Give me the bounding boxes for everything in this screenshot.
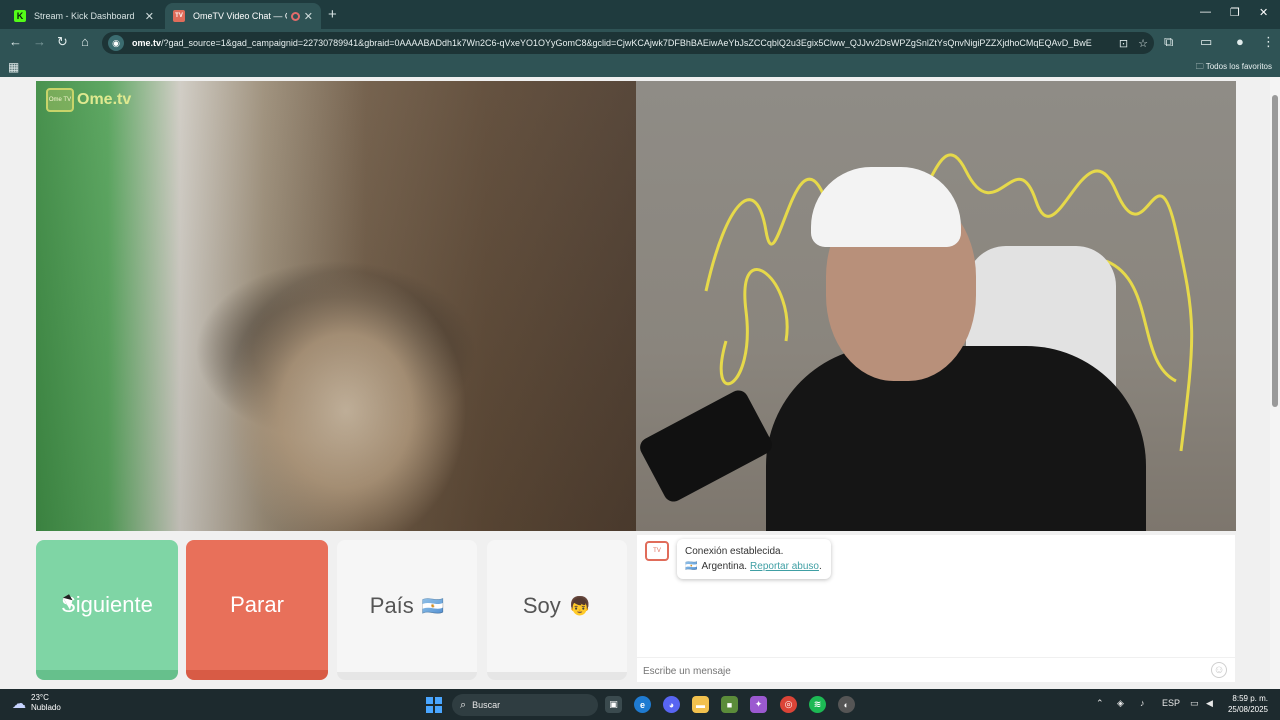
address-bar[interactable]: ◉ ome.tv/?gad_source=1&gad_campaignid=22… — [102, 32, 1154, 54]
menu-icon[interactable]: ⋮ — [1262, 34, 1275, 50]
site-info-icon[interactable]: ◉ — [108, 35, 124, 51]
bookmark-star-icon[interactable]: ☆ — [1138, 37, 1148, 50]
weather-widget[interactable]: ☁ 23°C Nublado — [12, 693, 61, 713]
back-icon[interactable]: ← — [9, 34, 22, 49]
close-tab-icon[interactable]: ✕ — [304, 10, 313, 23]
next-button[interactable]: Siguiente — [36, 540, 178, 680]
language-indicator[interactable]: ESP — [1162, 698, 1180, 708]
emoji-picker-icon[interactable]: ☺ — [1211, 662, 1227, 678]
microphone-icon[interactable]: ♪ — [1140, 698, 1145, 708]
browser-tab-bar: K Stream - Kick Dashboard ✕ TV OmeTV Vid… — [0, 0, 1280, 29]
all-bookmarks-button[interactable]: 🗀 Todos los favoritos — [1196, 61, 1272, 75]
discord-icon[interactable]: ◕ — [663, 696, 680, 713]
chat-panel: TV Conexión establecida. 🇦🇷 Argentina. R… — [637, 535, 1235, 682]
clock-time: 8:59 p. m. — [1232, 694, 1268, 703]
report-suffix: . — [818, 561, 822, 572]
url-domain: ome.tv — [132, 38, 162, 48]
report-abuse-link[interactable]: Reportar abuso — [750, 559, 819, 574]
tab-kick-dashboard[interactable]: K Stream - Kick Dashboard ✕ — [6, 3, 162, 29]
reload-icon[interactable]: ↻ — [57, 34, 68, 50]
scrollbar-thumb[interactable] — [1272, 95, 1278, 407]
windows-start-icon[interactable] — [426, 697, 442, 713]
task-view-icon[interactable]: ▣ — [605, 696, 622, 713]
page-scrollbar[interactable] — [1270, 77, 1280, 689]
extensions-icon[interactable]: ⧉ — [1164, 34, 1173, 50]
tab-title: OmeTV Video Chat — Ome — [193, 11, 287, 21]
apps-grid-icon[interactable]: ▦ — [8, 60, 19, 74]
message-input[interactable] — [643, 662, 1203, 680]
cloud-weather-icon: ☁ — [12, 694, 26, 711]
obs-icon[interactable]: ◐ — [838, 696, 855, 713]
tray-overflow-icon[interactable]: ⌃ — [1096, 698, 1104, 709]
url-path: /?gad_source=1&gad_campaignid=2273078994… — [161, 38, 1092, 48]
forward-icon[interactable]: → — [33, 34, 46, 49]
browser-toolbar: ← → ↻ ⌂ ◉ ome.tv/?gad_source=1&gad_campa… — [0, 29, 1280, 57]
tab-ometv[interactable]: TV OmeTV Video Chat — Ome ✕ — [165, 3, 321, 29]
stop-button[interactable]: Parar — [186, 540, 328, 680]
connection-status-text: Conexión establecida. — [685, 546, 784, 557]
boy-emoji-icon: 👦 — [568, 595, 592, 617]
kick-favicon-icon: K — [14, 10, 26, 22]
system-message-bubble: Conexión establecida. 🇦🇷 Argentina. Repo… — [677, 539, 831, 579]
restore-icon[interactable]: ❐ — [1230, 6, 1240, 19]
spotify-icon[interactable]: ≋ — [809, 696, 826, 713]
stop-label: Parar — [230, 592, 284, 617]
clock-date: 25/08/2025 — [1227, 705, 1268, 714]
close-tab-icon[interactable]: ✕ — [145, 10, 154, 23]
argentina-flag-icon: 🇦🇷 — [685, 561, 698, 572]
minecraft-icon[interactable]: ■ — [721, 696, 738, 713]
os-taskbar: ☁ 23°C Nublado ⌕ Buscar ▣ e ◕ ▬ ■ ✦ ◎ ≋ … — [0, 689, 1280, 720]
country-button[interactable]: País 🇦🇷 — [337, 540, 477, 680]
country-label: País — [369, 593, 414, 618]
profile-icon[interactable]: ● — [1236, 34, 1244, 49]
home-icon[interactable]: ⌂ — [81, 34, 89, 49]
taskbar-search[interactable]: ⌕ Buscar — [452, 694, 598, 716]
message-bar: ☺ — [637, 657, 1235, 682]
gender-label: Soy — [522, 593, 561, 618]
gender-button[interactable]: Soy 👦 — [487, 540, 627, 680]
search-icon: ⌕ — [460, 698, 467, 711]
url-text[interactable]: ome.tv/?gad_source=1&gad_campaignid=2273… — [132, 38, 1109, 48]
country-name: Argentina. — [701, 561, 748, 572]
edge-icon[interactable]: e — [634, 696, 651, 713]
chrome-icon[interactable]: ◎ — [780, 696, 797, 713]
argentina-flag-icon: 🇦🇷 — [421, 595, 445, 617]
tray-app-icon[interactable]: ◈ — [1117, 698, 1124, 709]
ometv-logo[interactable]: Ome TV Ome.tv — [46, 88, 131, 112]
copilot-icon[interactable]: ✦ — [750, 696, 767, 713]
local-video-feed — [36, 81, 636, 531]
install-app-icon[interactable]: ⊡ — [1119, 37, 1128, 50]
volume-icon[interactable]: ◀ — [1206, 698, 1213, 709]
remote-video-feed — [636, 81, 1236, 531]
ometv-favicon-icon: TV — [173, 10, 185, 22]
tv-logo-icon: Ome TV — [46, 88, 74, 112]
all-bookmarks-label: Todos los favoritos — [1205, 62, 1272, 71]
close-window-icon[interactable]: ✕ — [1259, 6, 1268, 19]
folder-icon: 🗀 — [1195, 62, 1204, 71]
minimize-icon[interactable]: — — [1200, 6, 1211, 18]
tab-title: Stream - Kick Dashboard — [34, 11, 135, 21]
search-placeholder: Buscar — [472, 700, 501, 710]
weather-temp: 23°C — [31, 693, 49, 702]
network-icon[interactable]: ▭ — [1190, 698, 1199, 709]
file-explorer-icon[interactable]: ▬ — [692, 696, 709, 713]
logo-text: Ome.tv — [77, 91, 132, 108]
weather-desc: Nublado — [31, 703, 61, 712]
system-clock[interactable]: 8:59 p. m. 25/08/2025 — [1228, 693, 1268, 715]
bookmarks-bar: ▦ 🗀 Todos los favoritos — [0, 57, 1280, 77]
recording-icon — [290, 11, 300, 21]
ometv-chat-avatar-icon: TV — [645, 541, 669, 561]
split-view-icon[interactable]: ▭ — [1200, 34, 1212, 50]
new-tab-icon[interactable]: + — [328, 6, 337, 23]
person-shirt — [766, 346, 1146, 531]
